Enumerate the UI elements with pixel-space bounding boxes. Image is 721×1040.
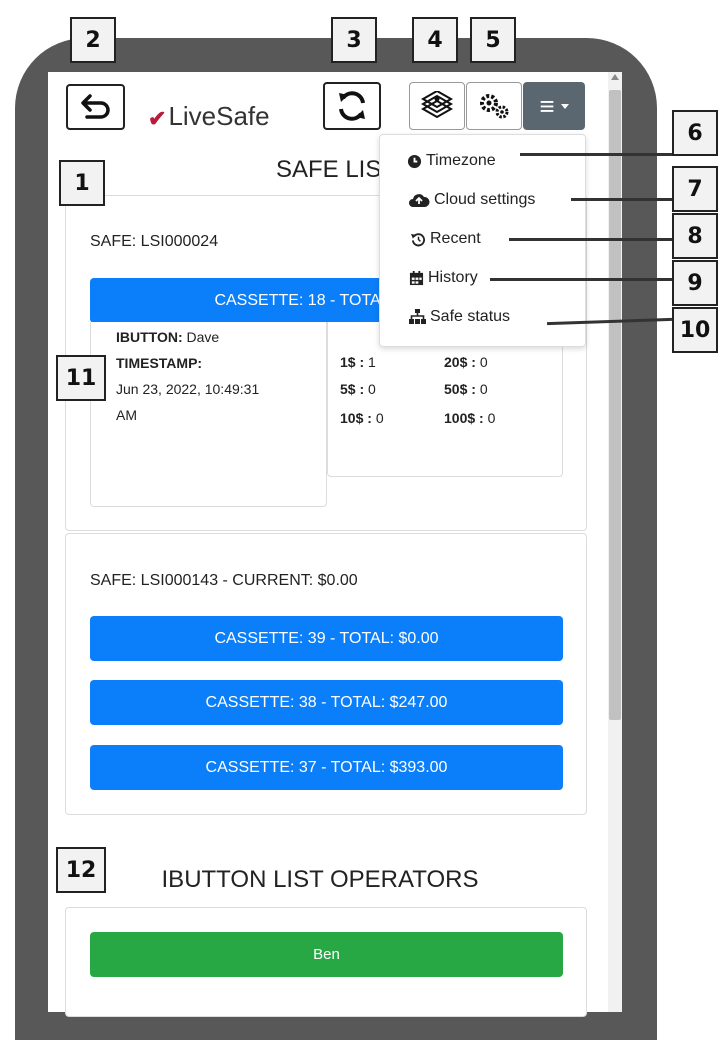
cash-button[interactable]: [409, 82, 465, 130]
menu-item-history[interactable]: History: [408, 267, 478, 289]
settings-button[interactable]: [466, 82, 522, 130]
operators-title: IBUTTON LIST OPERATORS: [161, 866, 479, 893]
callout-tag: 9: [672, 260, 718, 306]
menu-item-label: History: [428, 269, 478, 286]
history-icon: [410, 231, 426, 247]
callout-tag: 5: [470, 17, 516, 63]
clock-icon: [406, 153, 422, 169]
menu-item-timezone[interactable]: Timezone: [406, 150, 496, 172]
menu-item-label: Timezone: [426, 152, 496, 169]
back-button[interactable]: [66, 84, 125, 130]
cassette-button[interactable]: CASSETTE: 39 - TOTAL: $0.00: [90, 616, 563, 661]
logo-check-icon: ✔: [148, 106, 167, 131]
denomination-10: 10$ : 0: [340, 410, 384, 426]
callout-tag: 8: [672, 213, 718, 259]
callout-line: [509, 238, 672, 241]
ibutton-detail: IBUTTON: Dave TIMESTAMP: Jun 23, 2022, 1…: [116, 324, 321, 464]
refresh-button[interactable]: [323, 82, 381, 130]
denomination-5: 5$ : 0: [340, 381, 376, 397]
sitemap-icon: [408, 309, 426, 325]
menu-item-label: Cloud settings: [434, 191, 536, 208]
menu-item-cloud-settings[interactable]: Cloud settings: [408, 189, 535, 211]
safe-label: SAFE: LSI000024: [90, 233, 219, 250]
callout-tag: 4: [412, 17, 458, 63]
calendar-icon: [408, 270, 424, 286]
scroll-up-arrow-icon[interactable]: [611, 74, 619, 80]
timestamp-value: Jun 23, 2022, 10:49:31: [116, 381, 260, 397]
menu-toggle-button[interactable]: ≡: [523, 82, 585, 130]
scrollbar-thumb[interactable]: [609, 90, 621, 720]
callout-line: [571, 198, 672, 201]
app-logo: ✔ LiveSafe: [148, 92, 288, 132]
denomination-20: 20$ : 0: [444, 354, 488, 370]
callout-tag: 3: [331, 17, 377, 63]
callout-tag: 7: [672, 166, 718, 212]
logo-text: LiveSafe: [168, 101, 270, 131]
denomination-50: 50$ : 0: [444, 381, 488, 397]
timestamp-value-cont: AM: [116, 407, 137, 423]
callout-tag: 1: [59, 160, 105, 206]
hamburger-icon: ≡: [539, 91, 555, 121]
safe-label: SAFE: LSI000143 - CURRENT: $0.00: [90, 572, 358, 589]
ibutton-label: IBUTTON:: [116, 329, 183, 345]
callout-tag: 12: [56, 847, 106, 893]
menu-item-safe-status[interactable]: Safe status: [408, 306, 510, 328]
callout-tag: 10: [672, 307, 718, 353]
caret-down-icon: [560, 103, 569, 109]
callout-line: [490, 278, 672, 281]
menu-item-label: Safe status: [430, 308, 511, 325]
gears-icon: [480, 94, 509, 119]
denomination-100: 100$ : 0: [444, 410, 496, 426]
denomination-1: 1$ : 1: [340, 354, 376, 370]
cloud-upload-icon: [408, 192, 430, 208]
cassette-button[interactable]: CASSETTE: 37 - TOTAL: $393.00: [90, 745, 563, 790]
callout-tag: 2: [70, 17, 116, 63]
callout-line: [520, 153, 672, 156]
money-stack-icon: [420, 91, 454, 119]
timestamp-label: TIMESTAMP:: [116, 355, 203, 371]
ibutton-value: Dave: [186, 329, 220, 345]
callout-tag: 11: [56, 355, 106, 401]
undo-arrow-icon: [80, 94, 110, 119]
refresh-icon: [339, 91, 365, 121]
menu-item-label: Recent: [430, 230, 481, 247]
cassette-button[interactable]: CASSETTE: 38 - TOTAL: $247.00: [90, 680, 563, 725]
menu-item-recent[interactable]: Recent: [410, 228, 481, 250]
operator-button[interactable]: Ben: [90, 932, 563, 977]
callout-tag: 6: [672, 110, 718, 156]
